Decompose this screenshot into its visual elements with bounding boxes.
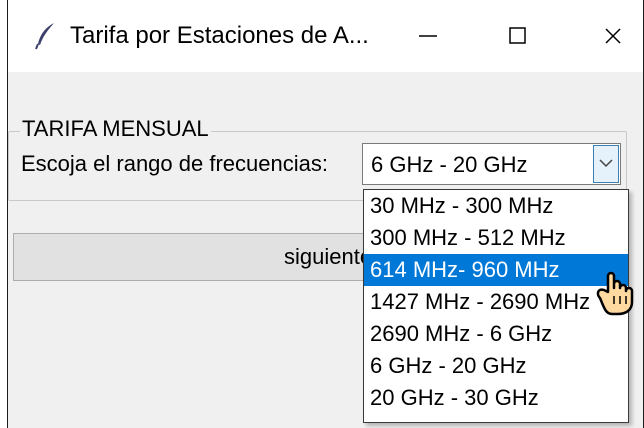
next-button-label: siguiente — [284, 244, 373, 269]
frequency-label: Escoja el rango de frecuencias: — [21, 151, 328, 176]
maximize-button[interactable] — [488, 16, 548, 60]
frequency-dropdown-list[interactable]: 30 MHz - 300 MHz 300 MHz - 512 MHz 614 M… — [363, 189, 629, 423]
feather-icon — [34, 22, 58, 50]
minimize-button[interactable] — [398, 16, 458, 60]
group-label: TARIFA MENSUAL — [20, 116, 211, 142]
chevron-down-icon — [599, 155, 613, 173]
title-bar[interactable]: Tarifa por Estaciones de A... — [8, 0, 643, 72]
dropdown-option[interactable]: 2690 MHz - 6 GHz — [364, 318, 628, 350]
combo-selected-value: 6 GHz - 20 GHz — [371, 152, 528, 177]
dropdown-option[interactable]: 1427 MHz - 2690 MHz — [364, 286, 628, 318]
dropdown-option[interactable]: 20 GHz - 30 GHz — [364, 382, 628, 414]
dropdown-option[interactable]: 300 MHz - 512 MHz — [364, 222, 628, 254]
dropdown-option-highlighted[interactable]: 614 MHz- 960 MHz — [364, 254, 628, 286]
hand-pointer-icon — [592, 268, 642, 316]
minimize-icon — [418, 26, 438, 51]
window-title: Tarifa por Estaciones de A... — [70, 22, 369, 49]
frequency-combobox[interactable]: 6 GHz - 20 GHz — [362, 143, 621, 185]
maximize-icon — [508, 26, 528, 51]
combo-dropdown-button[interactable] — [593, 145, 619, 183]
close-icon — [603, 26, 623, 51]
dropdown-option[interactable]: 30 MHz - 300 MHz — [364, 190, 628, 222]
dropdown-option[interactable]: 6 GHz - 20 GHz — [364, 350, 628, 382]
close-button[interactable] — [583, 16, 643, 60]
